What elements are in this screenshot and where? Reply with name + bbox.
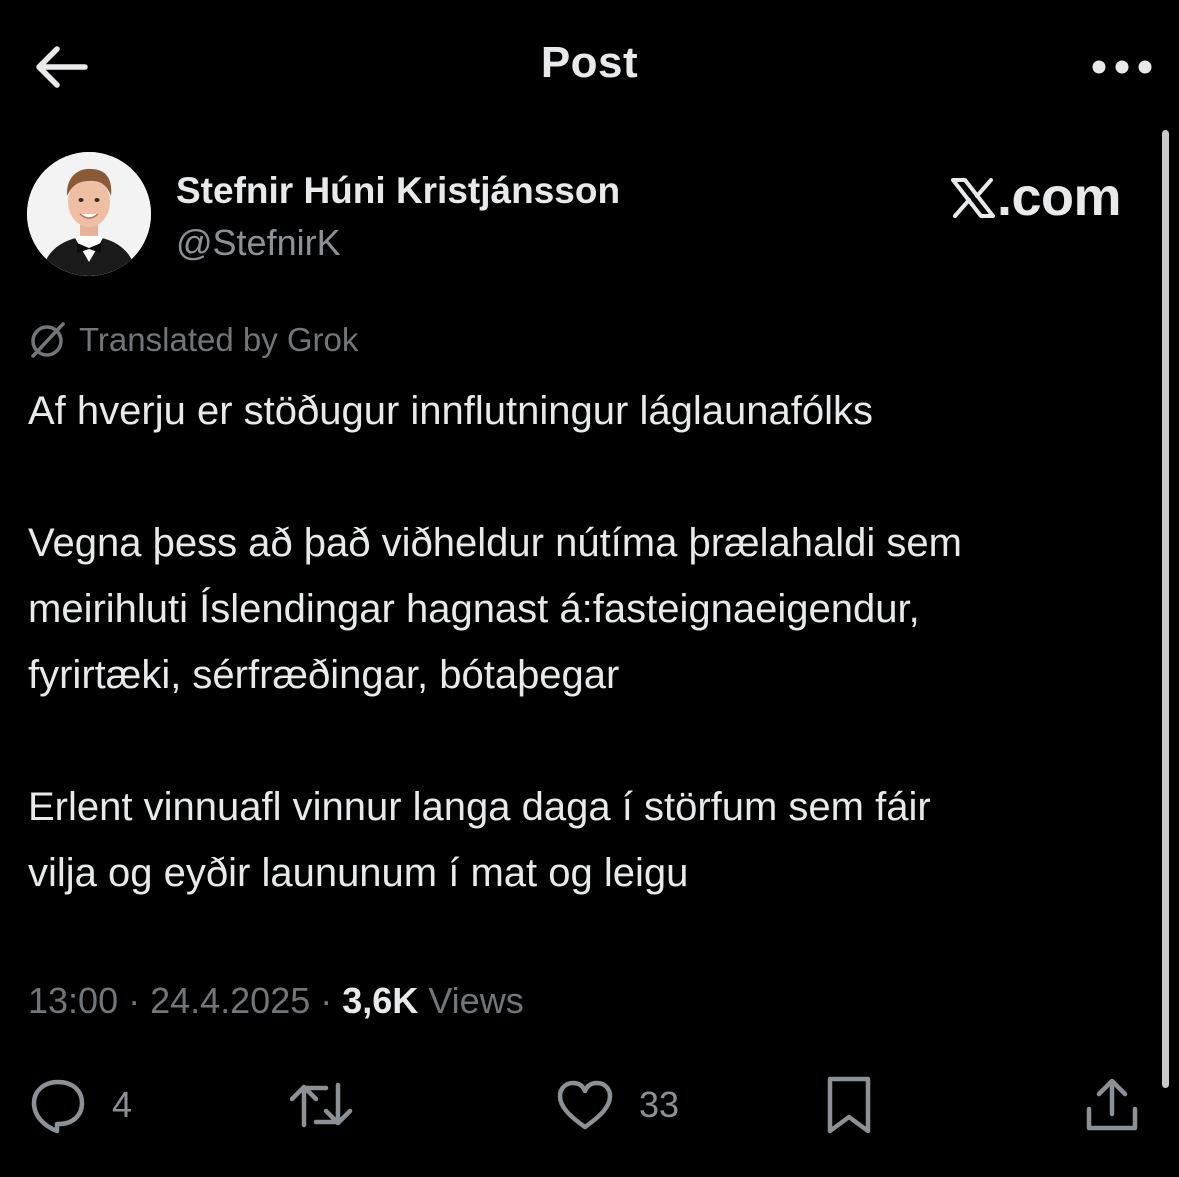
- post-line: meirihluti Íslendingar hagnast á:fasteig…: [28, 587, 920, 631]
- post-paragraph: Af hverju er stöðugur innflutningur lágl…: [28, 378, 1153, 444]
- x-logo-icon: [950, 178, 995, 218]
- profile-photo: [27, 152, 151, 276]
- post-line: Af hverju er stöðugur innflutningur lágl…: [28, 389, 873, 433]
- heart-icon: [557, 1080, 613, 1130]
- post-paragraph: Vegna þess að það viðheldur nútíma þræla…: [28, 510, 1153, 708]
- views-count[interactable]: 3,6K: [342, 980, 418, 1021]
- meta-separator: ·: [118, 980, 151, 1021]
- more-options-button[interactable]: [1087, 40, 1157, 94]
- share-button[interactable]: [1084, 1070, 1140, 1140]
- author-name[interactable]: Stefnir Húni Kristjánsson: [176, 170, 620, 212]
- post-line: Erlent vinnuafl vinnur langa daga í stör…: [28, 785, 931, 829]
- reply-button[interactable]: 4: [28, 1070, 132, 1140]
- post-line: vilja og eyðir laununum í mat og leigu: [28, 851, 689, 895]
- meta-separator: ·: [310, 980, 343, 1021]
- action-bar: 4 33: [0, 1070, 1179, 1140]
- reply-count: 4: [112, 1084, 133, 1125]
- views-label: Views: [428, 980, 524, 1021]
- repost-button[interactable]: [286, 1070, 356, 1140]
- post-paragraph: Erlent vinnuafl vinnur langa daga í stör…: [28, 774, 1153, 906]
- top-bar: Post: [0, 0, 1179, 130]
- translation-label: Translated by Grok: [79, 321, 359, 358]
- translate-icon: [27, 320, 67, 360]
- post-meta: 13:00 · 24.4.2025 · 3,6K Views: [28, 980, 524, 1022]
- avatar[interactable]: [27, 152, 151, 276]
- reply-icon: [31, 1079, 85, 1134]
- translation-notice[interactable]: Translated by Grok: [27, 318, 358, 362]
- author-handle[interactable]: @StefnirK: [176, 222, 341, 264]
- more-dots-icon: [1092, 60, 1152, 74]
- like-button[interactable]: 33: [555, 1070, 679, 1140]
- share-icon: [1086, 1078, 1138, 1131]
- brand-text: .com: [996, 167, 1122, 227]
- bookmark-button[interactable]: [824, 1070, 874, 1140]
- repost-icon: [289, 1082, 353, 1128]
- like-count: 33: [639, 1084, 680, 1125]
- x-com-watermark: .com: [950, 166, 1122, 228]
- post-line: Vegna þess að það viðheldur nútíma þræla…: [28, 521, 962, 565]
- post-time: 13:00: [28, 980, 119, 1021]
- page-title: Post: [540, 38, 639, 87]
- scrollbar[interactable]: [1162, 130, 1169, 1088]
- post-line: fyrirtæki, sérfræðingar, bótaþegar: [28, 653, 620, 697]
- post-text: Af hverju er stöðugur innflutningur lágl…: [28, 378, 1153, 906]
- post-date: 24.4.2025: [150, 980, 311, 1021]
- bookmark-icon: [827, 1076, 871, 1134]
